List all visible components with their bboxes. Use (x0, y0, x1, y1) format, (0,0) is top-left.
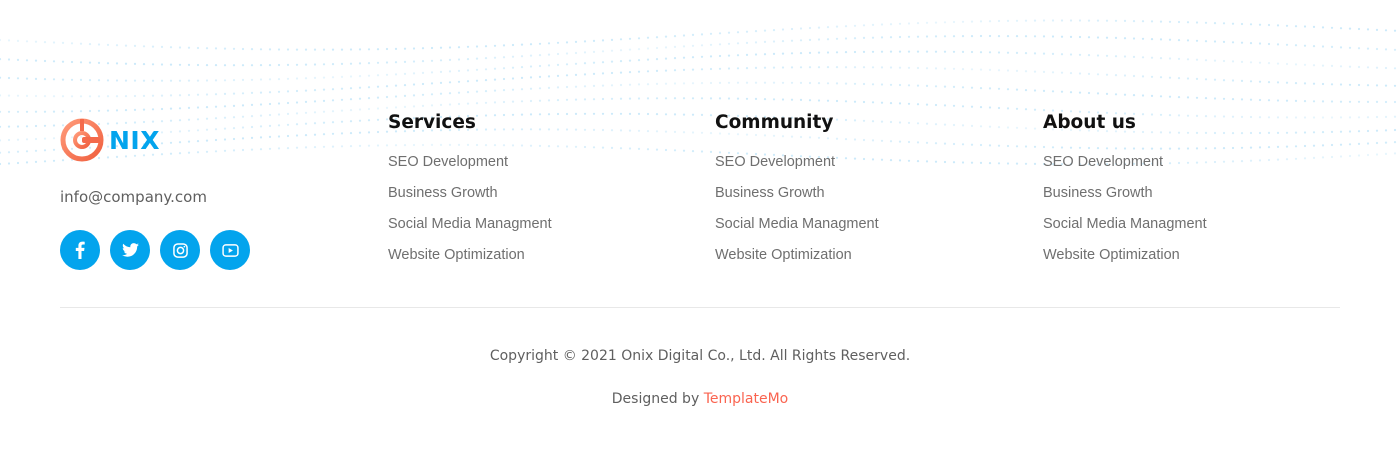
footer-link[interactable]: Website Optimization (715, 247, 852, 263)
footer-link[interactable]: Social Media Managment (388, 216, 552, 232)
footer-link[interactable]: Website Optimization (1043, 247, 1180, 263)
about-column: About us SEO Development Business Growth… (1043, 111, 1333, 274)
templatemo-link[interactable]: TemplateMo (704, 391, 789, 407)
list-item: SEO Development (1043, 150, 1333, 181)
list-item: Business Growth (388, 181, 678, 212)
facebook-icon (75, 241, 85, 259)
list-item: Business Growth (715, 181, 1005, 212)
footer-link[interactable]: Business Growth (388, 185, 498, 201)
services-column: Services SEO Development Business Growth… (388, 111, 678, 274)
footer-link[interactable]: Social Media Managment (715, 216, 879, 232)
youtube-icon (221, 243, 239, 257)
logo-mark-icon (60, 118, 104, 162)
list-item: Website Optimization (715, 243, 1005, 274)
footer-link[interactable]: Business Growth (715, 185, 825, 201)
designed-by-line: Designed by TemplateMo (0, 388, 1400, 410)
footer-link[interactable]: Website Optimization (388, 247, 525, 263)
copyright-text: Copyright © 2021 Onix Digital Co., Ltd. … (489, 348, 911, 364)
community-column: Community SEO Development Business Growt… (715, 111, 1005, 274)
logo[interactable]: NIX (60, 118, 360, 162)
footer-link[interactable]: SEO Development (1043, 154, 1163, 170)
community-link-list: SEO Development Business Growth Social M… (715, 150, 1005, 274)
list-item: SEO Development (715, 150, 1005, 181)
footer-divider (60, 307, 1340, 308)
footer-link[interactable]: Business Growth (1043, 185, 1153, 201)
list-item: Social Media Managment (388, 212, 678, 243)
twitter-icon (121, 243, 139, 257)
logo-text: NIX (109, 125, 160, 155)
footer-link[interactable]: Social Media Managment (1043, 216, 1207, 232)
instagram-icon (172, 242, 188, 258)
instagram-button[interactable] (160, 230, 200, 270)
twitter-button[interactable] (110, 230, 150, 270)
footer-link[interactable]: SEO Development (715, 154, 835, 170)
list-item: SEO Development (388, 150, 678, 181)
list-item: Social Media Managment (1043, 212, 1333, 243)
list-item: Social Media Managment (715, 212, 1005, 243)
facebook-button[interactable] (60, 230, 100, 270)
contact-email[interactable]: info@company.com (60, 188, 360, 206)
social-links (60, 230, 360, 270)
footer-link[interactable]: SEO Development (388, 154, 508, 170)
column-title: About us (1043, 112, 1136, 133)
about-link-list: SEO Development Business Growth Social M… (1043, 150, 1333, 274)
brand-column: NIX info@company.com (60, 118, 360, 270)
services-link-list: SEO Development Business Growth Social M… (388, 150, 678, 274)
list-item: Business Growth (1043, 181, 1333, 212)
column-title: Community (715, 112, 834, 133)
column-title: Services (388, 112, 476, 133)
youtube-button[interactable] (210, 230, 250, 270)
list-item: Website Optimization (388, 243, 678, 274)
designed-by-label: Designed by (611, 391, 700, 407)
list-item: Website Optimization (1043, 243, 1333, 274)
